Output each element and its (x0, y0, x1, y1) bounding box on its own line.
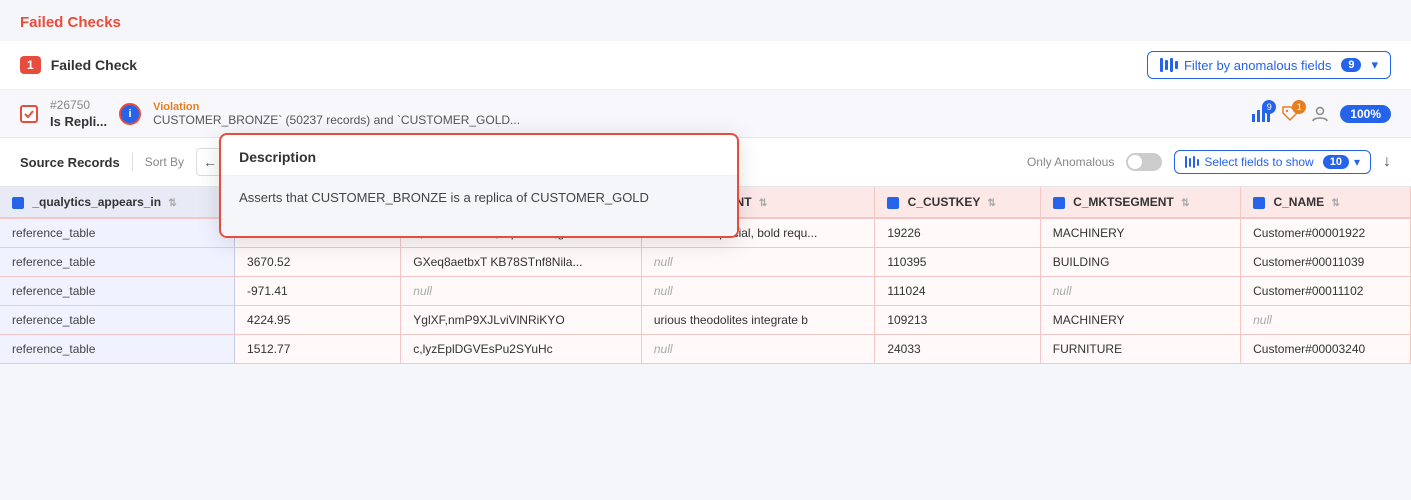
table-cell: 3670.52 (235, 248, 401, 277)
tooltip-title: Description (221, 135, 737, 176)
tooltip-popup: Description Asserts that CUSTOMER_BRONZE… (219, 133, 739, 238)
fields-chevron-icon: ▾ (1354, 155, 1360, 169)
page-title: Failed Checks (0, 0, 1411, 41)
table-cell: Customer#00003240 (1241, 335, 1411, 364)
violation-label: Violation (153, 101, 1238, 113)
table-cell: Customer#00001922 (1241, 218, 1411, 248)
col-label-qualytics: _qualytics_appears_in (32, 195, 161, 209)
source-records-label: Source Records (20, 155, 120, 170)
table-cell: 110395 (875, 248, 1040, 277)
metrics-count-badge: 9 (1262, 100, 1276, 114)
table-cell: -971.41 (235, 277, 401, 306)
failed-count-badge: 1 (20, 56, 41, 74)
table-cell: reference_table (0, 248, 235, 277)
table-cell: null (641, 277, 874, 306)
table-cell: 19226 (875, 218, 1040, 248)
table-cell: reference_table (0, 218, 235, 248)
col-label-name: C_NAME (1273, 195, 1324, 209)
table-cell: GXeq8aetbxT KB78STnf8Nila... (401, 248, 642, 277)
select-fields-button[interactable]: Select fields to show 10 ▾ (1174, 150, 1371, 174)
col-header-custkey[interactable]: C_CUSTKEY ⇅ (875, 187, 1040, 218)
info-icon[interactable]: i (119, 103, 141, 125)
filter-anomalous-label: Filter by anomalous fields (1184, 58, 1331, 73)
col-icon-qualytics (12, 197, 24, 209)
metrics-icon-btn[interactable]: 9 (1250, 104, 1270, 124)
table-cell: 1512.77 (235, 335, 401, 364)
check-id: #26750 (50, 98, 107, 112)
table-row: reference_table3670.52GXeq8aetbxT KB78ST… (0, 248, 1411, 277)
failed-check-label: Failed Check (51, 57, 137, 73)
filter-count-badge: 9 (1341, 58, 1361, 72)
anomalous-toggle[interactable] (1126, 153, 1162, 171)
table-cell: 109213 (875, 306, 1040, 335)
table-cell: Customer#00011039 (1241, 248, 1411, 277)
col-label-custkey: C_CUSTKEY (908, 195, 980, 209)
table-body: reference_table4856.37V,CzVT9YsxtiG,VqOV… (0, 218, 1411, 364)
col-header-name[interactable]: C_NAME ⇅ (1241, 187, 1411, 218)
table-cell: null (401, 277, 642, 306)
download-icon[interactable]: ↓ (1383, 153, 1391, 171)
table-cell: 24033 (875, 335, 1040, 364)
col-icon-custkey (887, 197, 899, 209)
sort-icon-comment[interactable]: ⇅ (759, 198, 767, 209)
table-cell: YglXF,nmP9XJLviVlNRiKYO (401, 306, 642, 335)
table-cell: urious theodolites integrate b (641, 306, 874, 335)
table-cell: 4224.95 (235, 306, 401, 335)
failed-check-bar: 1 Failed Check Filter by anomalous field… (0, 41, 1411, 90)
col-header-qualytics[interactable]: _qualytics_appears_in ⇅ (0, 187, 235, 218)
col-header-mktsegment[interactable]: C_MKTSEGMENT ⇅ (1040, 187, 1240, 218)
table-cell: MACHINERY (1040, 218, 1240, 248)
col-icon-mktsegment (1053, 197, 1065, 209)
check-row: #26750 Is Repli... i Description Asserts… (0, 90, 1411, 138)
check-name: Is Repli... (50, 114, 107, 129)
progress-badge: 100% (1340, 105, 1391, 123)
table-cell: null (641, 248, 874, 277)
table-cell: 111024 (875, 277, 1040, 306)
table-cell: reference_table (0, 306, 235, 335)
table-row: reference_table4224.95YglXF,nmP9XJLviVlN… (0, 306, 1411, 335)
check-checkbox[interactable] (20, 105, 38, 123)
table-cell: MACHINERY (1040, 306, 1240, 335)
only-anomalous-label: Only Anomalous (1027, 155, 1114, 169)
sort-icon-custkey[interactable]: ⇅ (987, 198, 995, 209)
table-cell: null (1040, 277, 1240, 306)
filter-anomalous-button[interactable]: Filter by anomalous fields 9 ▾ (1147, 51, 1391, 79)
table-cell: c,lyzEplDGVEsPu2SYuHc (401, 335, 642, 364)
col-label-mktsegment: C_MKTSEGMENT (1073, 195, 1174, 209)
violation-column: Violation CUSTOMER_BRONZE` (50237 record… (153, 101, 1238, 127)
violation-text: CUSTOMER_BRONZE` (50237 records) and `CU… (153, 113, 1238, 127)
table-cell: null (1241, 306, 1411, 335)
chevron-down-icon: ▾ (1371, 57, 1378, 73)
table-cell: reference_table (0, 335, 235, 364)
columns-icon (1160, 58, 1178, 72)
table-row: reference_table1512.77c,lyzEplDGVEsPu2SY… (0, 335, 1411, 364)
tooltip-body: Asserts that CUSTOMER_BRONZE is a replic… (221, 176, 737, 236)
user-icon-btn[interactable] (1310, 104, 1330, 124)
select-fields-label: Select fields to show (1204, 155, 1313, 169)
sort-icon-mktsegment[interactable]: ⇅ (1181, 198, 1189, 209)
table-cell: reference_table (0, 277, 235, 306)
fields-columns-icon (1185, 156, 1199, 168)
sort-icon-qualytics[interactable]: ⇅ (168, 198, 176, 209)
table-cell: BUILDING (1040, 248, 1240, 277)
table-row: reference_table-971.41nullnull111024null… (0, 277, 1411, 306)
tag-icon-btn[interactable]: 1 (1280, 104, 1300, 124)
check-actions: 9 1 100% (1250, 104, 1391, 124)
sort-icon-name[interactable]: ⇅ (1331, 198, 1339, 209)
sort-by-label: Sort By (145, 155, 184, 169)
tag-count-badge: 1 (1292, 100, 1306, 114)
table-cell: Customer#00011102 (1241, 277, 1411, 306)
table-cell: null (641, 335, 874, 364)
fields-count-badge: 10 (1323, 155, 1349, 169)
col-icon-name (1253, 197, 1265, 209)
info-icon-wrapper: i Description Asserts that CUSTOMER_BRON… (119, 103, 141, 125)
table-cell: FURNITURE (1040, 335, 1240, 364)
